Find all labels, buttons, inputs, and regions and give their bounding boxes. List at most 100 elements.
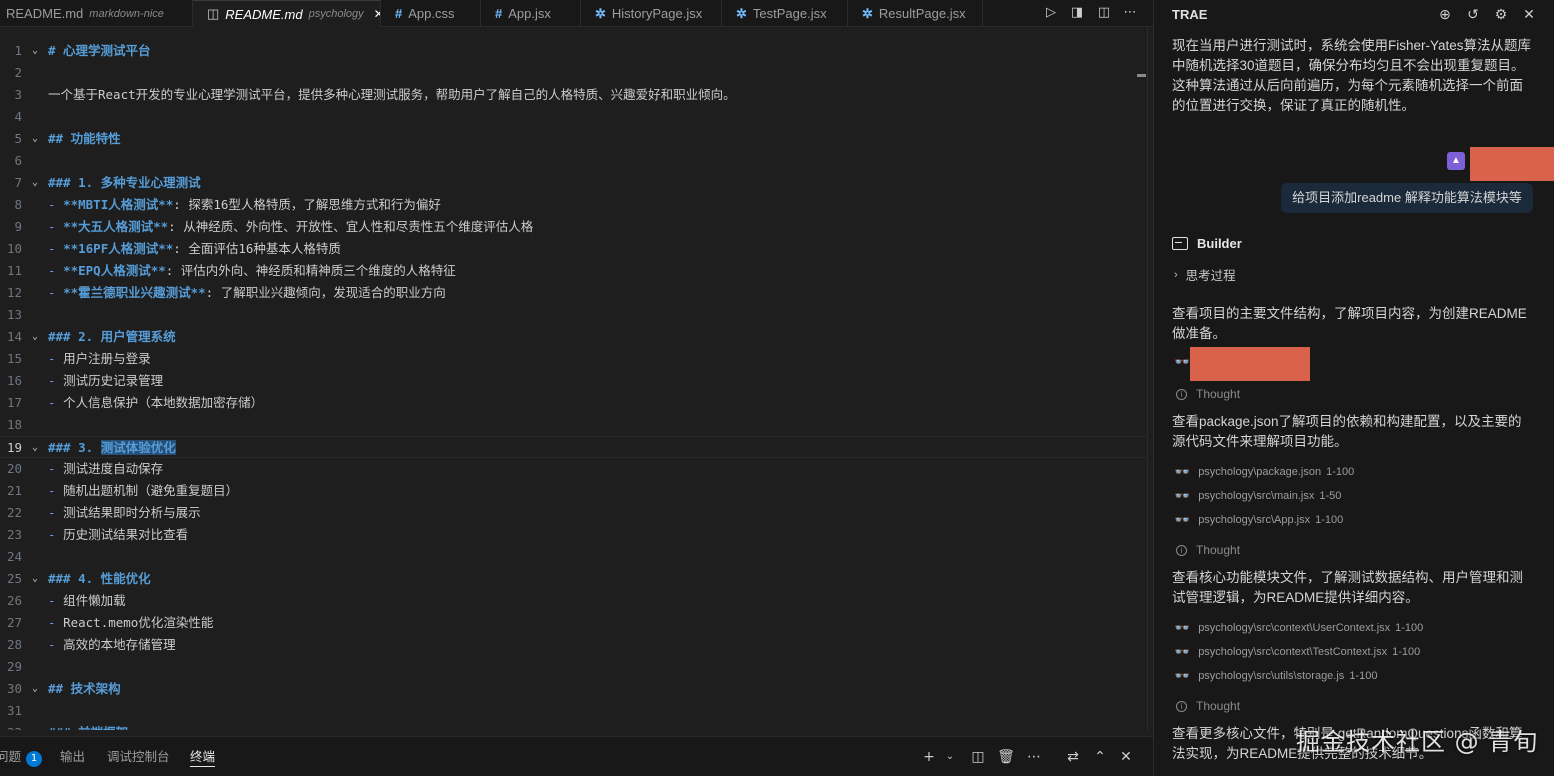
- tab-label: 输出: [60, 749, 86, 764]
- code-line[interactable]: 5 ⌄ ## 功能特性: [0, 128, 1153, 150]
- fold-chevron-icon[interactable]: ⌄: [32, 326, 42, 348]
- glasses-icon: 👓: [1174, 668, 1191, 683]
- thought-collapsed[interactable]: i Thought: [1176, 387, 1240, 401]
- run-icon[interactable]: ▷: [1041, 4, 1061, 22]
- trash-icon[interactable]: 🗑: [996, 746, 1016, 768]
- history-icon[interactable]: ↺: [1464, 5, 1482, 23]
- line-number: 11: [6, 263, 22, 278]
- code-line[interactable]: 4: [0, 106, 1153, 128]
- file-reference[interactable]: 👓 psychology\src\main.jsx 1-50: [1174, 488, 1341, 504]
- code-token: : 探索16型人格特质，了解思维方式和行为偏好: [173, 197, 441, 212]
- line-content: - 组件懒加载: [48, 590, 126, 612]
- code-editor[interactable]: 1 ⌄ # 心理学测试平台 2 3 一个基于React开发的专业心理学测试平台，提供多种心…: [0, 40, 1153, 730]
- code-line[interactable]: 2: [0, 62, 1153, 84]
- code-line[interactable]: 16 - 测试历史记录管理: [0, 370, 1153, 392]
- code-line[interactable]: 11 - **EPQ人格测试**: 评估内外向、神经质和精神质三个维度的人格特征: [0, 260, 1153, 282]
- file-reference[interactable]: 👓 psychology\src\context\TestContext.jsx…: [1174, 644, 1420, 660]
- code-line[interactable]: 25 ⌄ ### 4. 性能优化: [0, 568, 1153, 590]
- code-line[interactable]: 24: [0, 546, 1153, 568]
- fold-chevron-icon[interactable]: ⌄: [32, 437, 42, 459]
- code-line[interactable]: 8 - **MBTI人格测试**: 探索16型人格特质，了解思维方式和行为偏好: [0, 194, 1153, 216]
- code-line[interactable]: 30 ⌄ ## 技术架构: [0, 678, 1153, 700]
- split-terminal-icon[interactable]: ◫: [968, 746, 988, 768]
- line-content: ## 技术架构: [48, 678, 121, 700]
- code-line[interactable]: 7 ⌄ ### 1. 多种专业心理测试: [0, 172, 1153, 194]
- code-line[interactable]: 14 ⌄ ### 2. 用户管理系统: [0, 326, 1153, 348]
- file-reference[interactable]: 👓 psychology\src\App.jsx 1-100: [1174, 512, 1343, 528]
- thought-collapsed[interactable]: i Thought: [1176, 543, 1240, 557]
- code-token: -: [48, 527, 64, 542]
- tab-output[interactable]: 输出: [60, 747, 85, 767]
- code-line[interactable]: 15 - 用户注册与登录: [0, 348, 1153, 370]
- file-path: psychology\src\context\TestContext.jsx: [1198, 646, 1388, 658]
- tab-problems[interactable]: 问题 1: [0, 747, 43, 767]
- file-reference[interactable]: 👓 psychology\src\utils\storage.js 1-100: [1174, 668, 1377, 684]
- code-token: ### 4. 性能优化: [48, 571, 151, 586]
- code-line[interactable]: 19 ⌄ ### 3. 测试体验优化: [0, 436, 1153, 458]
- code-token: -: [48, 483, 64, 498]
- tab-readme-psychology[interactable]: ◫ README.md psychology ✕: [193, 0, 381, 27]
- maximize-panel-icon[interactable]: ⌃: [1090, 746, 1110, 768]
- code-line[interactable]: 17 - 个人信息保护（本地数据加密存储）: [0, 392, 1153, 414]
- file-reference[interactable]: 👓 psychology\src\context\UserContext.jsx…: [1174, 620, 1423, 636]
- code-line[interactable]: 32 ⌄ ### 前端框架: [0, 722, 1153, 730]
- code-line[interactable]: 26 - 组件懒加载: [0, 590, 1153, 612]
- thought-collapsed[interactable]: i Thought: [1176, 699, 1240, 713]
- fold-chevron-icon[interactable]: ⌄: [32, 722, 42, 730]
- code-line[interactable]: 9 - **大五人格测试**: 从神经质、外向性、开放性、宜人性和尽责性五个维度评…: [0, 216, 1153, 238]
- code-line[interactable]: 29: [0, 656, 1153, 678]
- code-line[interactable]: 20 - 测试进度自动保存: [0, 458, 1153, 480]
- code-line[interactable]: 6: [0, 150, 1153, 172]
- fold-chevron-icon[interactable]: ⌄: [32, 678, 42, 700]
- close-icon[interactable]: ✕: [1520, 5, 1538, 23]
- fold-chevron-icon[interactable]: ⌄: [32, 172, 42, 194]
- code-line[interactable]: 13: [0, 304, 1153, 326]
- more-actions-icon[interactable]: ⋯: [1024, 746, 1044, 768]
- new-chat-icon[interactable]: ⊕: [1436, 5, 1454, 23]
- code-token: -: [48, 219, 64, 234]
- settings-icon[interactable]: ⚙: [1492, 5, 1510, 23]
- tab-terminal[interactable]: 终端: [190, 747, 216, 767]
- code-line[interactable]: 23 - 历史测试结果对比查看: [0, 524, 1153, 546]
- tab-app-jsx[interactable]: # App.jsx: [481, 0, 581, 27]
- line-number: 19: [6, 440, 22, 455]
- glasses-icon: 👓: [1174, 464, 1191, 479]
- close-panel-icon[interactable]: ✕: [1116, 746, 1136, 768]
- line-content: 一个基于React开发的专业心理学测试平台，提供多种心理测试服务，帮助用户了解自…: [48, 84, 736, 106]
- thinking-toggle[interactable]: › 思考过程: [1174, 265, 1236, 284]
- code-line[interactable]: 3 一个基于React开发的专业心理学测试平台，提供多种心理测试服务，帮助用户了解…: [0, 84, 1153, 106]
- code-token: ## 功能特性: [48, 131, 121, 146]
- open-preview-icon[interactable]: ◨: [1067, 4, 1087, 22]
- tab-readme-markdown-nice[interactable]: README.md markdown-nice: [0, 0, 193, 27]
- fold-chevron-icon[interactable]: ⌄: [32, 128, 42, 150]
- file-reference[interactable]: 👓 psychology\package.json 1-100: [1174, 464, 1354, 480]
- fold-chevron-icon[interactable]: ⌄: [32, 40, 42, 62]
- line-content: # 心理学测试平台: [48, 40, 151, 62]
- code-line[interactable]: 31: [0, 700, 1153, 722]
- code-token: **EPQ人格测试**: [63, 263, 166, 278]
- code-line[interactable]: 27 - React.memo优化渲染性能: [0, 612, 1153, 634]
- tab-testpage-jsx[interactable]: ✲ TestPage.jsx: [722, 0, 848, 27]
- code-token: 测试结果即时分析与展示: [63, 505, 201, 520]
- code-token: 一个基于React开发的专业心理学测试平台，提供多种心理测试服务，帮助用户了解自…: [48, 87, 736, 102]
- code-line[interactable]: 21 - 随机出题机制（避免重复题目）: [0, 480, 1153, 502]
- tab-resultpage-jsx[interactable]: ✲ ResultPage.jsx: [848, 0, 983, 27]
- code-line[interactable]: 10 - **16PF人格测试**: 全面评估16种基本人格特质: [0, 238, 1153, 260]
- code-line[interactable]: 12 - **霍兰德职业兴趣测试**: 了解职业兴趣倾向，发现适合的职业方向: [0, 282, 1153, 304]
- code-line[interactable]: 1 ⌄ # 心理学测试平台: [0, 40, 1153, 62]
- fold-chevron-icon[interactable]: ⌄: [32, 568, 42, 590]
- close-icon[interactable]: ✕: [374, 7, 380, 21]
- tab-historypage-jsx[interactable]: ✲ HistoryPage.jsx: [581, 0, 722, 27]
- tab-app-css[interactable]: # App.css: [381, 0, 481, 27]
- tab-debug-console[interactable]: 调试控制台: [107, 747, 170, 767]
- code-line[interactable]: 18: [0, 414, 1153, 436]
- more-actions-icon[interactable]: ⋯: [1120, 4, 1140, 22]
- split-editor-icon[interactable]: ◫: [1094, 4, 1114, 22]
- add-terminal-icon[interactable]: +: [919, 746, 939, 768]
- code-line[interactable]: 28 - 高效的本地存储管理: [0, 634, 1153, 656]
- panel-settings-icon[interactable]: ⇄: [1063, 746, 1083, 768]
- code-token: -: [48, 263, 64, 278]
- editor-tab-bar: README.md markdown-nice ◫ README.md psyc…: [0, 0, 1153, 27]
- chevron-down-icon[interactable]: ⌄: [940, 746, 960, 768]
- code-line[interactable]: 22 - 测试结果即时分析与展示: [0, 502, 1153, 524]
